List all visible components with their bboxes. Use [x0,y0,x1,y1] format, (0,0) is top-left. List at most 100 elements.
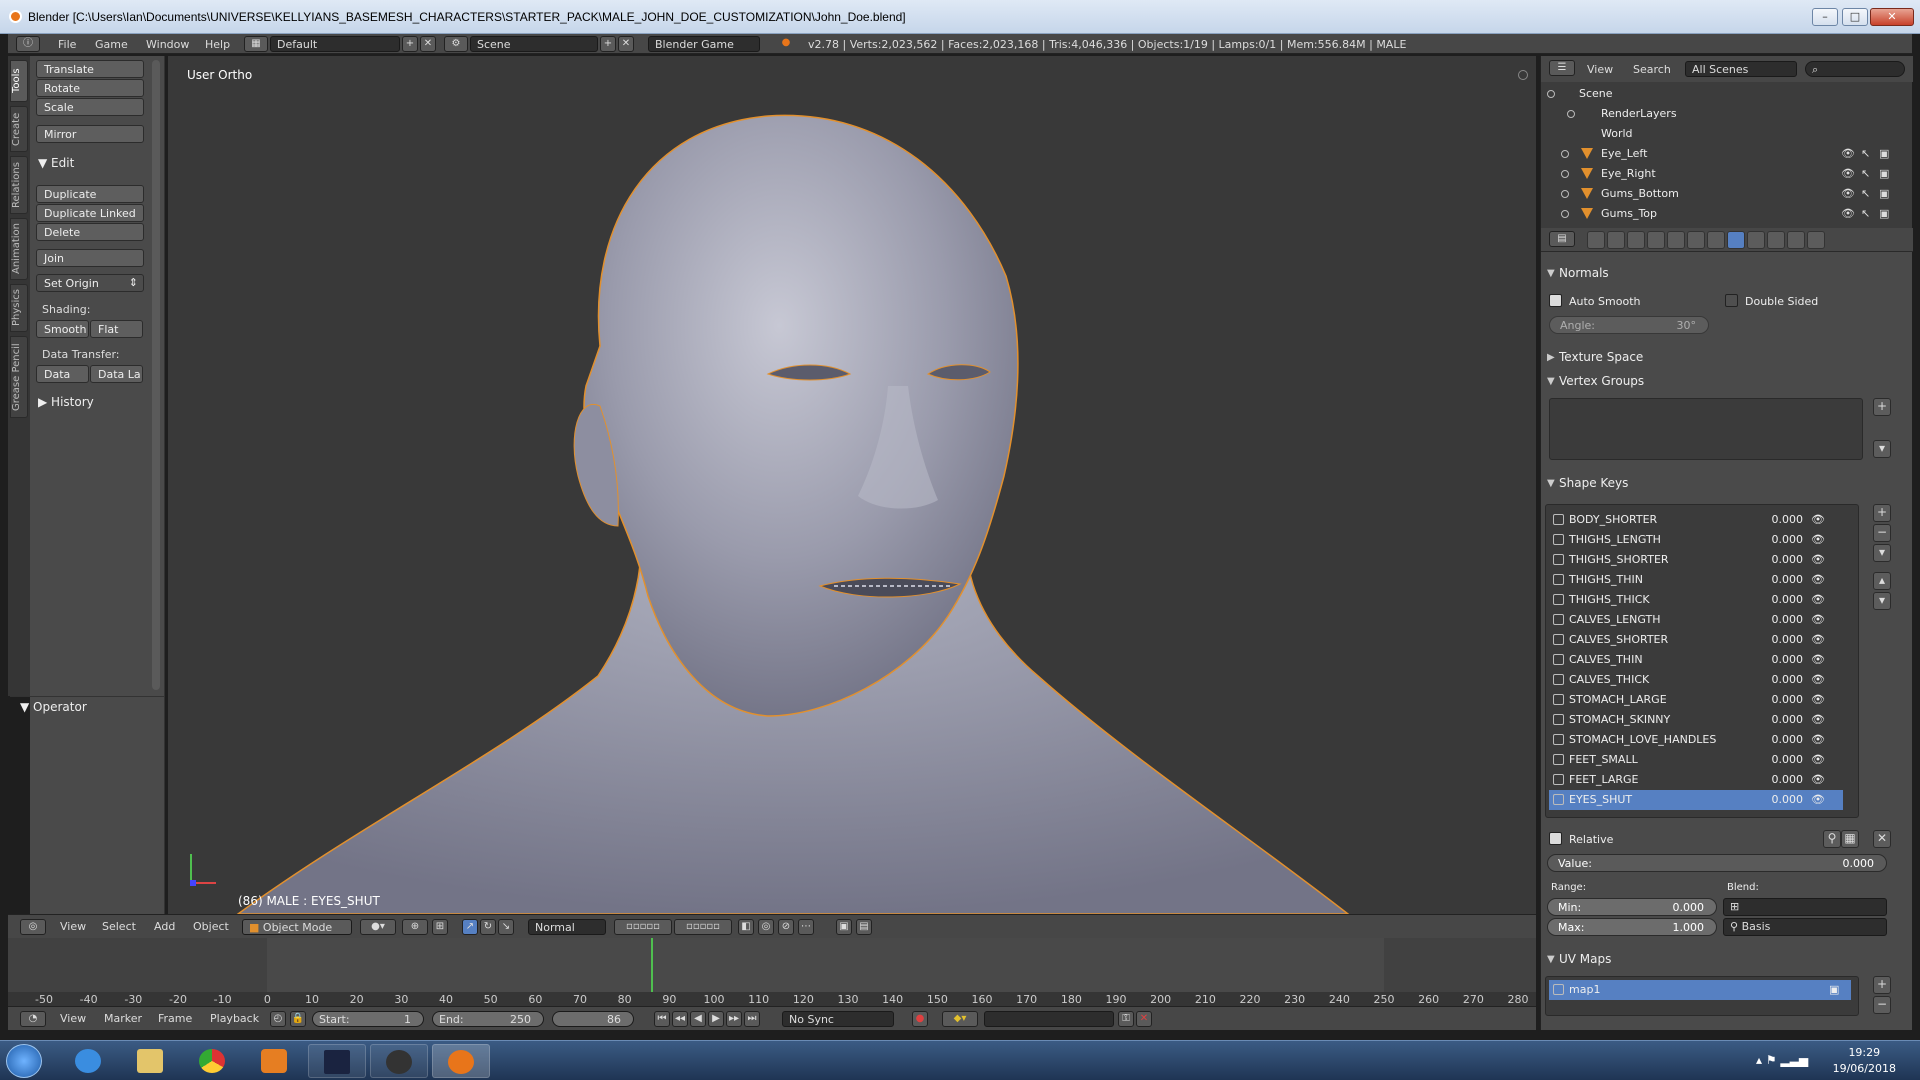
normals-section-header[interactable]: Normals [1559,266,1609,280]
display-filter-selector[interactable]: All Scenes [1685,61,1797,77]
shape-key-value[interactable]: 0.000 [1767,733,1804,746]
shape-key-row[interactable]: FEET_SMALL 0.000 👁 [1549,750,1843,770]
outliner-item-scene[interactable]: Scene [1541,84,1901,104]
tab-object[interactable] [1667,231,1685,249]
shape-key-row[interactable]: THIGHS_THICK 0.000 👁 [1549,590,1843,610]
shape-key-row[interactable]: EYES_SHUT 0.000 👁 [1549,790,1843,810]
mute-eye-icon[interactable]: 👁 [1811,753,1825,766]
mirror-button[interactable]: Mirror [36,125,144,143]
expand-icon[interactable] [1547,90,1555,98]
shape-key-value[interactable]: 0.000 [1767,573,1804,586]
render-engine-selector[interactable]: Blender Game [648,36,760,52]
shape-key-value[interactable]: 0.000 [1767,653,1804,666]
expand-triangle-icon[interactable]: ▶ [1547,352,1555,363]
shape-key-value[interactable]: 0.000 [1767,553,1804,566]
editor-type-outliner-icon[interactable]: ☰ [1549,60,1575,76]
mute-eye-icon[interactable]: 👁 [1811,653,1825,666]
menu-file[interactable]: File [58,38,76,51]
relative-checkbox[interactable] [1549,832,1562,845]
layers-grid-1[interactable]: ▫▫▫▫▫ [614,919,672,935]
mute-eye-icon[interactable]: 👁 [1811,513,1825,526]
jump-keyframe-back-icon[interactable]: ◂◂ [672,1011,688,1027]
tab-grease-pencil[interactable]: Grease Pencil [10,336,28,418]
remove-layout-icon[interactable]: ✕ [420,36,436,52]
shape-key-row[interactable]: THIGHS_SHORTER 0.000 👁 [1549,550,1843,570]
shape-key-value[interactable]: 0.000 [1767,713,1804,726]
editor-type-info-icon[interactable]: ⓘ [16,36,40,52]
menu-timeline-view[interactable]: View [60,1012,86,1025]
tab-scene[interactable] [1627,231,1645,249]
scale-manipulator-icon[interactable]: ↘ [498,919,514,935]
play-icon[interactable]: ▶ [708,1011,724,1027]
outliner-item-eye-left[interactable]: Eye_Left 👁 ↖ ▣ [1541,144,1901,164]
shape-key-value[interactable]: 0.000 [1767,693,1804,706]
uv-map-item[interactable]: map1 ▣ [1549,980,1851,1000]
menu-object[interactable]: Object [193,920,229,933]
selectable-cursor-icon[interactable]: ↖ [1861,207,1870,220]
region-toggle-icon[interactable] [1518,70,1528,80]
expand-icon[interactable] [1561,150,1569,158]
menu-marker[interactable]: Marker [104,1012,142,1025]
outliner-menu-view[interactable]: View [1587,63,1613,76]
collapse-triangle-icon[interactable]: ▼ [1547,954,1555,965]
shape-key-value[interactable]: 0.000 [1767,513,1804,526]
render-camera-icon[interactable]: ▣ [1879,187,1889,200]
lock-range-icon[interactable]: 🔒 [290,1011,306,1027]
shape-key-value[interactable]: 0.000 [1767,673,1804,686]
start-button[interactable] [6,1044,42,1078]
shape-key-row[interactable]: BODY_SHORTER 0.000 👁 [1549,510,1843,530]
selectable-cursor-icon[interactable]: ↖ [1861,167,1870,180]
opengl-render-icon[interactable]: ▣ [836,919,852,935]
menu-game[interactable]: Game [95,38,128,51]
tab-constraints[interactable] [1687,231,1705,249]
tab-particles[interactable] [1787,231,1805,249]
shape-key-value[interactable]: 0.000 [1767,613,1804,626]
mute-eye-icon[interactable]: 👁 [1811,733,1825,746]
tab-world[interactable] [1647,231,1665,249]
slider-min-field[interactable]: Min: 0.000 [1547,898,1717,916]
mute-eye-icon[interactable]: 👁 [1811,773,1825,786]
taskbar-obs[interactable] [370,1044,428,1078]
tab-render[interactable] [1587,231,1605,249]
tab-animation[interactable]: Animation [10,218,28,280]
preview-range-icon[interactable]: ◴ [270,1011,286,1027]
shape-key-value[interactable]: 0.000 [1767,753,1804,766]
editor-type-3d-icon[interactable]: ◎ [20,919,46,935]
snap-toggle-icon[interactable]: ⊘ [778,919,794,935]
double-sided-checkbox[interactable] [1725,294,1738,307]
timeline-area[interactable] [8,938,1536,992]
outliner-item-world[interactable]: World [1541,124,1901,144]
collapse-triangle-icon[interactable]: ▼ [1547,268,1555,279]
jump-end-icon[interactable]: ⏭ [744,1011,760,1027]
menu-add[interactable]: Add [154,920,175,933]
mute-eye-icon[interactable]: 👁 [1811,693,1825,706]
tool-shelf-scrollbar[interactable] [152,60,160,690]
translate-manipulator-icon[interactable]: ↗ [462,919,478,935]
selectable-cursor-icon[interactable]: ↖ [1861,187,1870,200]
outliner-item-renderlayers[interactable]: RenderLayers [1541,104,1901,124]
taskbar-explorer[interactable] [122,1044,180,1078]
outliner-search-input[interactable]: ⌕ [1805,61,1905,77]
menu-playback[interactable]: Playback [210,1012,259,1025]
outliner-item-gums-bottom[interactable]: Gums_Bottom 👁 ↖ ▣ [1541,184,1901,204]
mute-eye-icon[interactable]: 👁 [1811,573,1825,586]
move-shape-key-up-button[interactable]: ▴ [1873,572,1891,590]
editor-type-properties-icon[interactable]: ▤ [1549,231,1575,247]
visibility-eye-icon[interactable]: 👁 [1841,207,1855,220]
auto-smooth-angle-field[interactable]: Angle: 30° [1549,316,1709,334]
opengl-animation-icon[interactable]: ▤ [856,919,872,935]
outliner-menu-search[interactable]: Search [1633,63,1671,76]
tab-physics[interactable] [1807,231,1825,249]
tab-relations[interactable]: Relations [10,156,28,214]
expand-icon[interactable] [1567,110,1575,118]
shape-key-row[interactable]: CALVES_LENGTH 0.000 👁 [1549,610,1843,630]
taskbar-media[interactable] [246,1044,304,1078]
uv-maps-section-header[interactable]: UV Maps [1559,952,1611,966]
tab-texture[interactable] [1767,231,1785,249]
viewport-shading-selector[interactable]: ●▾ [360,919,396,935]
vertex-group-blend-field[interactable]: ⊞ [1723,898,1887,916]
start-frame-field[interactable]: Start: 1 [312,1011,424,1027]
render-camera-icon[interactable]: ▣ [1879,147,1889,160]
shape-key-row[interactable]: CALVES_THICK 0.000 👁 [1549,670,1843,690]
relative-key-field[interactable]: ⚲ Basis [1723,918,1887,936]
